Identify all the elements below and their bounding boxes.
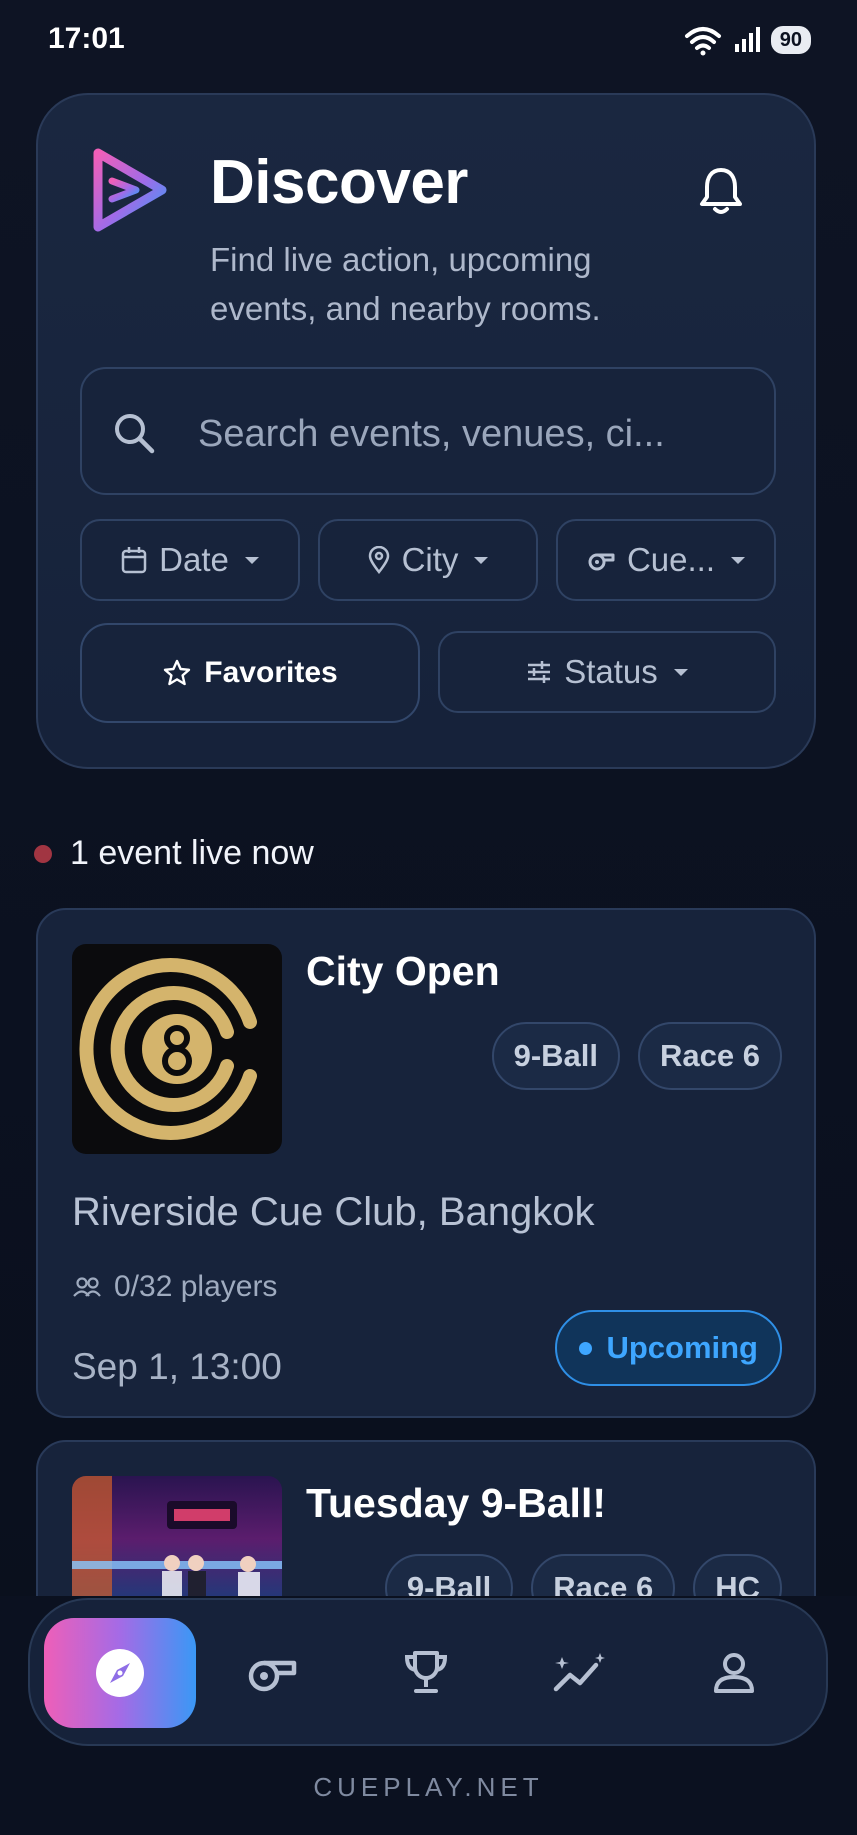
status-bar: 17:01 90 <box>0 0 857 80</box>
trophy-icon <box>404 1651 448 1693</box>
nav-discover[interactable] <box>44 1618 196 1728</box>
search-input[interactable] <box>196 405 750 463</box>
sliders-icon <box>528 661 551 683</box>
users-icon <box>73 1277 101 1297</box>
event-tags: 9-Ball Race 6 <box>491 1022 782 1090</box>
live-events-text: 1 event live now <box>70 834 314 872</box>
eight-ball-logo-icon <box>79 958 257 1140</box>
event-title: City Open <box>306 948 500 994</box>
event-card-city-open[interactable]: City Open 9-Ball Race 6 Riverside Cue Cl… <box>36 908 816 1418</box>
status-badge-label: Upcoming <box>606 1330 758 1365</box>
page-subtitle: Find live action, upcoming events, and n… <box>210 241 601 327</box>
user-icon <box>714 1653 754 1693</box>
nav-profile[interactable] <box>658 1618 810 1728</box>
event-tag: Race 6 <box>638 1022 782 1090</box>
notifications-bell-icon[interactable] <box>698 165 744 217</box>
footer-brand: CUEPLAY.NET <box>313 1772 544 1802</box>
cue-filter-label: Cue... <box>626 541 716 578</box>
star-icon <box>164 659 191 686</box>
compass-icon <box>96 1649 144 1697</box>
signal-icon <box>734 27 760 52</box>
players-count: 0/32 players <box>114 1270 278 1303</box>
event-title: Tuesday 9-Ball! <box>306 1480 606 1526</box>
nav-referee[interactable] <box>196 1618 348 1728</box>
favorites-button[interactable]: Favorites <box>80 623 420 723</box>
chevron-down-icon <box>474 556 489 564</box>
status-icons: 90 <box>683 22 811 58</box>
live-events-indicator: 1 event live now <box>34 834 314 873</box>
whistle-icon <box>248 1660 297 1692</box>
event-players: 0/32 players <box>72 1270 277 1304</box>
chevron-down-icon <box>731 556 746 564</box>
city-filter-label: City <box>401 541 459 578</box>
stats-sparkle-icon <box>553 1653 605 1692</box>
wifi-icon <box>684 27 721 56</box>
status-filter-button[interactable]: Status <box>438 631 776 713</box>
event-tag: 9-Ball <box>491 1022 621 1090</box>
chevron-down-icon <box>244 556 259 564</box>
nav-stats[interactable] <box>504 1618 656 1728</box>
date-filter-label: Date <box>159 541 229 578</box>
status-filter-label: Status <box>564 653 658 690</box>
location-pin-icon <box>368 546 389 574</box>
search-box[interactable] <box>80 367 776 495</box>
status-time: 17:01 <box>48 22 125 55</box>
favorites-label: Favorites <box>204 656 338 689</box>
event-date: Sep 1, 13:00 <box>72 1346 282 1387</box>
page-title: Discover <box>210 148 468 217</box>
event-logo-image <box>72 944 282 1154</box>
city-filter-button[interactable]: City <box>318 519 538 601</box>
cue-filter-button[interactable]: Cue... <box>556 519 776 601</box>
battery-indicator: 90 <box>770 26 811 54</box>
status-dot-icon <box>579 1341 593 1355</box>
discover-header-card: Discover Find live action, upcoming even… <box>36 93 816 769</box>
upcoming-status-badge: Upcoming <box>555 1310 782 1386</box>
search-icon <box>115 414 155 454</box>
cueplay-logo-icon <box>93 148 167 232</box>
whistle-icon <box>588 553 615 571</box>
chevron-down-icon <box>673 668 688 676</box>
event-venue: Riverside Cue Club, Bangkok <box>72 1190 595 1234</box>
live-dot-icon <box>34 844 52 863</box>
bottom-navigation <box>28 1598 828 1746</box>
nav-tournaments[interactable] <box>350 1618 502 1728</box>
date-filter-button[interactable]: Date <box>80 519 300 601</box>
calendar-icon <box>121 547 147 574</box>
